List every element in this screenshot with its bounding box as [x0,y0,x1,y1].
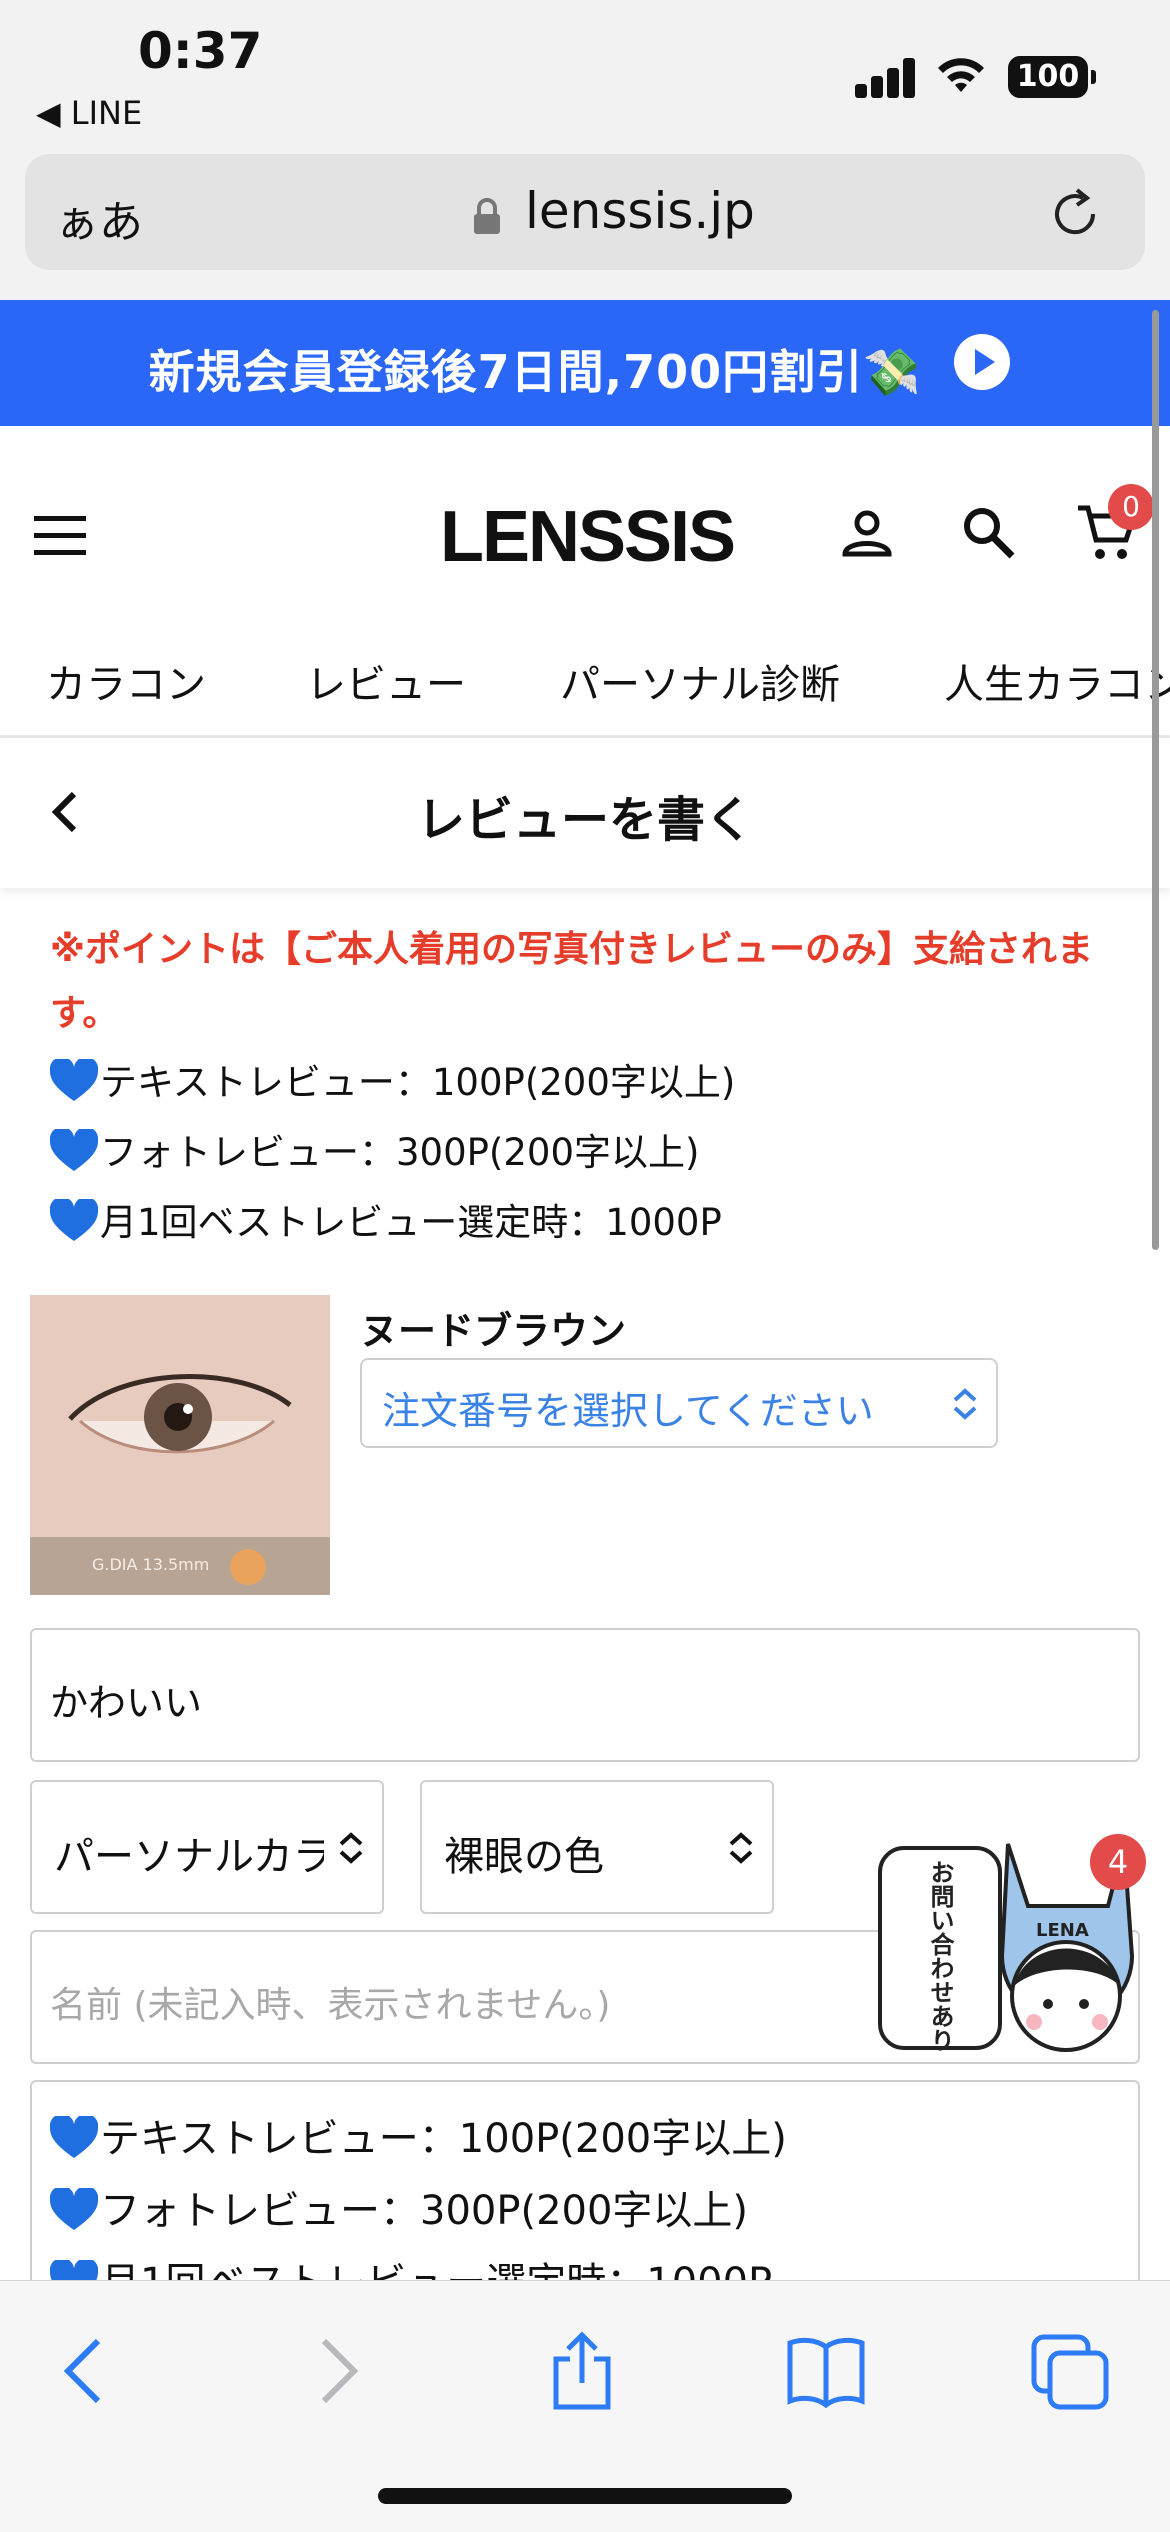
address-bar[interactable]: ぁあ lenssis.jp [25,154,1145,270]
select-updown-icon [729,1832,753,1864]
cellular-signal-icon [855,58,917,98]
product-name: ヌードブラウン [360,1309,627,1353]
point-info-line: 月1回ベストレビュー選定時：1000P [50,1192,722,1246]
eye-photo [68,1374,292,1454]
point-info-line: テキストレビュー：100P(200字以上) [50,1052,735,1106]
nav-item-life-colorcon[interactable]: 人生カラコン [944,652,1170,710]
lock-icon [474,198,500,234]
status-bar: 0:37 ◀ LINE 100 [0,0,1170,150]
site-logo[interactable]: LENSSIS [440,496,736,578]
point-info-line: フォトレビュー：300P(200字以上) [50,1122,699,1176]
personal-color-select[interactable]: パーソナルカラー [30,1780,384,1914]
url-text[interactable]: lenssis.jp [525,182,755,240]
order-number-select[interactable]: 注文番号を選択してください [360,1358,998,1448]
chat-notification-badge: 4 [1090,1834,1146,1890]
spec-dot [230,1549,266,1585]
order-select-placeholder: 注文番号を選択してください [382,1389,874,1433]
tabs-icon[interactable] [1030,2331,1110,2411]
site-header: LENSSIS 0 カラコン レビュー パーソナル診断 人生カラコン [0,426,1170,736]
personal-color-label: パーソナルカラー [54,1834,324,1880]
review-body-text: フォトレビュー：300P(200字以上) [100,2188,749,2234]
select-updown-icon [339,1832,363,1864]
review-body-text: テキストレビュー：100P(200字以上) [100,2116,787,2162]
page-title: レビューを書く [416,792,753,848]
blue-heart-icon [50,1129,98,1171]
review-title-value: かわいい [50,1681,203,1725]
promo-text: 新規会員登録後7日間,700円割引💸 [148,345,922,399]
eye-color-label: 裸眼の色 [444,1834,604,1880]
cart-count-badge: 0 [1108,484,1154,530]
blue-heart-icon [50,2116,98,2158]
bookmarks-icon[interactable] [786,2331,866,2411]
blue-heart-icon [50,2188,98,2230]
browser-address-area: ぁあ lenssis.jp [0,150,1170,300]
battery-icon: 100 [1008,56,1096,98]
product-image: G.DIA 13.5mm [30,1295,330,1595]
points-warning: ※ポイントは【ご本人着用の写真付きレビューのみ】支給されます。 [50,929,1093,1034]
nav-item-personal-diagnosis[interactable]: パーソナル診断 [560,652,840,710]
forward-arrow-icon[interactable] [296,2331,376,2411]
status-time: 0:37 [138,22,263,80]
search-icon[interactable] [960,504,1016,560]
chat-widget-text: お問い合わせありますか? [926,1860,954,2052]
back-arrow-icon[interactable] [46,2331,126,2411]
point-info-text: フォトレビュー：300P(200字以上) [100,1131,700,1174]
category-nav: カラコン レビュー パーソナル診断 人生カラコン [0,636,1170,736]
name-placeholder: 名前 (未記入時、表示されません。) [50,1985,611,2026]
scroll-indicator[interactable] [1152,310,1159,1250]
product-spec-strip: G.DIA 13.5mm [30,1537,330,1595]
review-title-input[interactable]: かわいい [30,1628,1140,1762]
nav-item-colorcon[interactable]: カラコン [46,652,206,710]
eye-color-select[interactable]: 裸眼の色 [420,1780,774,1914]
back-to-app-link[interactable]: ◀ LINE [36,94,142,132]
menu-icon[interactable] [34,516,86,556]
share-icon[interactable] [542,2331,622,2411]
chat-widget-brand: LENA [1036,1920,1089,1941]
product-spec-text: G.DIA 13.5mm [92,1555,210,1574]
page-title-bar: レビューを書く [0,738,1170,888]
play-icon [954,334,1010,390]
promo-banner[interactable]: 新規会員登録後7日間,700円割引💸 [0,300,1170,426]
account-icon[interactable] [840,506,894,560]
home-indicator[interactable] [378,2488,792,2504]
review-body-line: テキストレビュー：100P(200字以上) [50,2106,787,2164]
nav-item-review[interactable]: レビュー [306,652,466,710]
blue-heart-icon [50,1059,98,1101]
select-updown-icon [953,1388,977,1420]
reload-icon[interactable] [1047,186,1103,242]
point-info-text: 月1回ベストレビュー選定時：1000P [100,1201,722,1244]
review-body-line: フォトレビュー：300P(200字以上) [50,2178,748,2236]
wifi-icon [938,58,984,92]
blue-heart-icon [50,1199,98,1241]
point-info-text: テキストレビュー：100P(200字以上) [100,1061,736,1104]
text-size-button[interactable]: ぁあ [55,186,143,250]
